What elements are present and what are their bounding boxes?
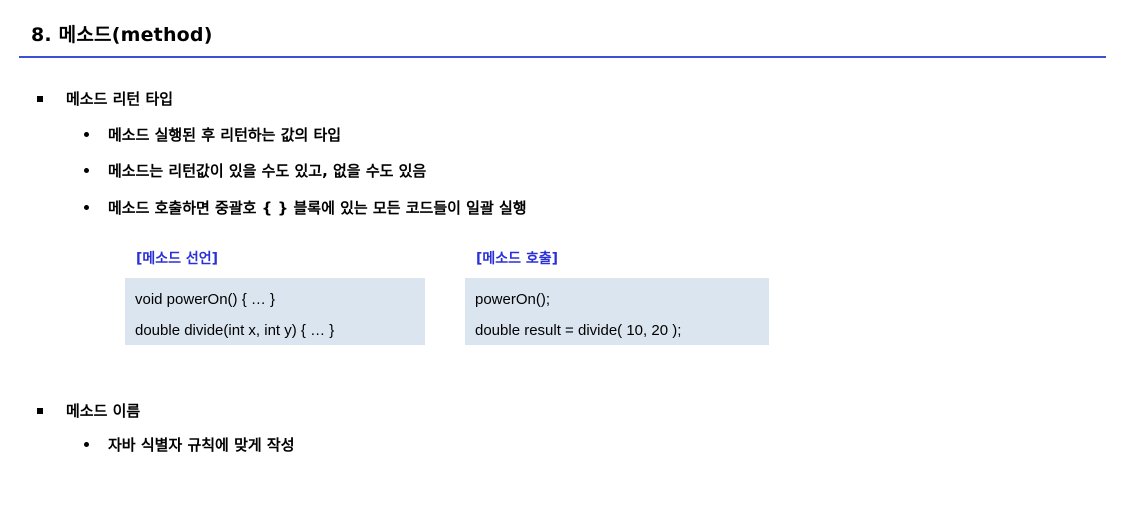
code-line: void powerOn() { … } bbox=[135, 291, 276, 308]
code-box-call: powerOn(); double result = divide( 10, 2… bbox=[465, 278, 769, 345]
title-divider bbox=[19, 56, 1106, 58]
slide-title: 8. 메소드(method) bbox=[31, 24, 213, 46]
code-label-declaration: [메소드 선언] bbox=[136, 251, 219, 267]
bullet-text: 메소드는 리턴값이 있을 수도 있고, 없을 수도 있음 bbox=[108, 162, 427, 180]
bullet-item: 메소드 호출하면 중괄호 { } 블록에 있는 모든 코드들이 일괄 실행 bbox=[84, 197, 527, 218]
dot-bullet-icon bbox=[84, 442, 89, 447]
section-heading-text: 메소드 리턴 타입 bbox=[66, 90, 174, 108]
code-line: double divide(int x, int y) { … } bbox=[135, 322, 335, 339]
bullet-text: 메소드 호출하면 중괄호 { } 블록에 있는 모든 코드들이 일괄 실행 bbox=[108, 199, 527, 217]
code-line: powerOn(); bbox=[475, 291, 551, 308]
bullet-text: 자바 식별자 규칙에 맞게 작성 bbox=[108, 436, 295, 454]
section-heading-return-type: 메소드 리턴 타입 bbox=[37, 88, 173, 109]
bullet-item: 자바 식별자 규칙에 맞게 작성 bbox=[84, 434, 295, 455]
square-bullet-icon bbox=[37, 407, 43, 414]
dot-bullet-icon bbox=[84, 132, 89, 137]
dot-bullet-icon bbox=[84, 168, 89, 173]
code-line: double result = divide( 10, 20 ); bbox=[475, 322, 682, 339]
code-box-declaration: void powerOn() { … } double divide(int x… bbox=[125, 278, 425, 345]
bullet-item: 메소드는 리턴값이 있을 수도 있고, 없을 수도 있음 bbox=[84, 160, 426, 181]
bullet-text: 메소드 실행된 후 리턴하는 값의 타입 bbox=[108, 126, 342, 144]
dot-bullet-icon bbox=[84, 205, 89, 210]
bullet-item: 메소드 실행된 후 리턴하는 값의 타입 bbox=[84, 124, 341, 145]
code-label-call: [메소드 호출] bbox=[476, 251, 559, 267]
square-bullet-icon bbox=[37, 95, 43, 102]
section-heading-method-name: 메소드 이름 bbox=[37, 400, 140, 421]
section-heading-text: 메소드 이름 bbox=[66, 402, 141, 420]
